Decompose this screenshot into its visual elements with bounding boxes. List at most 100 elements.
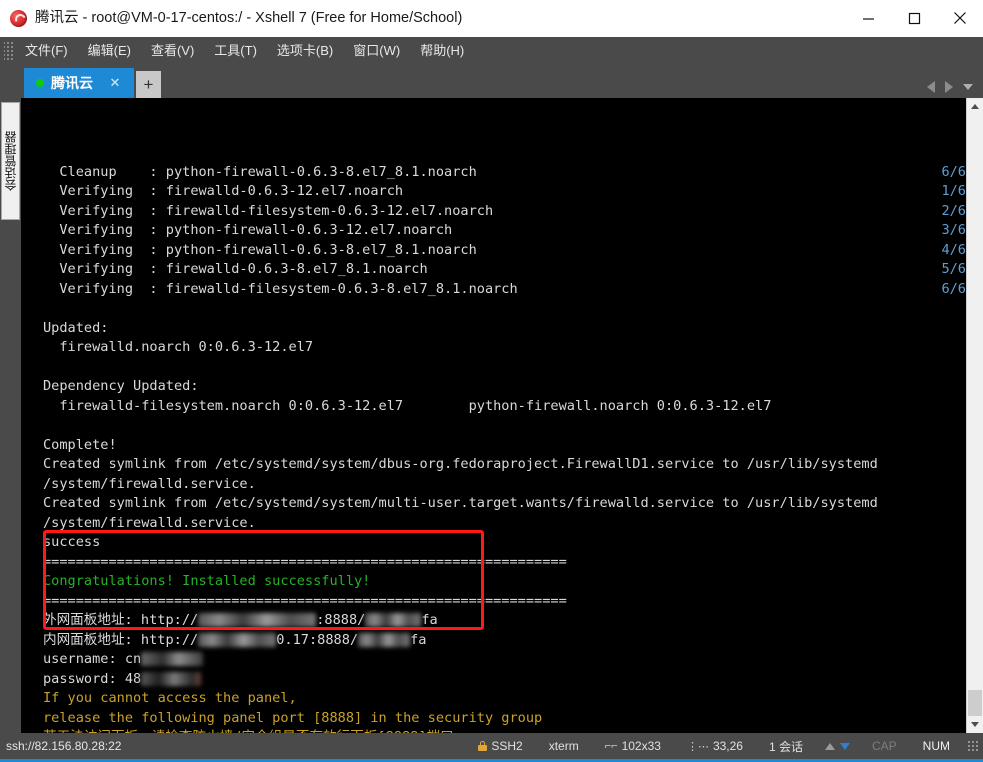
- upload-arrow-icon: [824, 742, 835, 750]
- panel-username: username: cn: [43, 650, 966, 670]
- menu-window[interactable]: 窗口(W): [343, 39, 410, 63]
- chevron-up-icon: [971, 104, 979, 109]
- tab-bar: 腾讯云 ✕ +: [0, 64, 983, 98]
- body-area: 会话管理器 Cleanup : python-firewall-0.6.3-8.…: [0, 98, 983, 734]
- close-button[interactable]: [937, 0, 983, 37]
- menu-help[interactable]: 帮助(H): [410, 39, 474, 63]
- terminal-progress-count: 6/6: [941, 163, 966, 180]
- scroll-down-button[interactable]: [967, 716, 983, 734]
- terminal-line: firewalld-filesystem.noarch 0:0.6.3-12.e…: [43, 397, 772, 414]
- tab-scroll-right-icon[interactable]: [945, 81, 953, 93]
- terminal-output[interactable]: Cleanup : python-firewall-0.6.3-8.el7_8.…: [21, 98, 966, 734]
- menu-view[interactable]: 查看(V): [141, 39, 204, 63]
- minimize-button[interactable]: [845, 0, 891, 37]
- redacted-text: [358, 632, 411, 647]
- tab-close-icon[interactable]: ✕: [108, 75, 122, 91]
- status-caps-lock: CAP: [871, 739, 897, 754]
- scroll-up-button[interactable]: [967, 98, 983, 115]
- redacted-text: [141, 671, 202, 686]
- terminal-line: Created symlink from /etc/systemd/system…: [43, 456, 878, 472]
- status-protocol-cell[interactable]: SSH2: [465, 739, 535, 753]
- terminal-wrap: Cleanup : python-firewall-0.6.3-8.el7_8.…: [21, 98, 983, 734]
- tab-status-dot-icon: [36, 79, 44, 87]
- menu-grip-handle[interactable]: [4, 39, 13, 62]
- terminal-line: /system/firewalld.service.: [43, 514, 256, 531]
- title-bar: 腾讯云 - root@VM-0-17-centos:/ - Xshell 7 (…: [0, 0, 983, 37]
- tab-nav-controls: [927, 81, 983, 98]
- terminal-progress-count: 1/6: [941, 183, 966, 199]
- status-dimensions-cell[interactable]: ⌐⌐ 102x33: [592, 739, 674, 753]
- new-tab-button[interactable]: +: [136, 71, 161, 98]
- left-dock: 会话管理器: [0, 98, 21, 734]
- terminal-line: ========================================…: [43, 592, 567, 609]
- resize-grip-icon[interactable]: [967, 739, 979, 752]
- terminal-line: 若无法访问面板，请检查防火墙/安全组是否有放行面板[8888]端口: [43, 728, 966, 733]
- status-terminal-type[interactable]: xterm: [536, 739, 592, 753]
- download-arrow-icon: [839, 742, 850, 750]
- terminal-line: Verifying : python-firewall-0.6.3-12.el7…: [43, 221, 966, 241]
- status-transfer-indicators: [816, 742, 859, 750]
- window-controls: [845, 0, 983, 37]
- scrollbar-track[interactable]: [967, 115, 983, 717]
- window-title: 腾讯云 - root@VM-0-17-centos:/ - Xshell 7 (…: [35, 9, 463, 26]
- terminal-progress-count: 6/6: [941, 280, 966, 297]
- scrollbar-thumb[interactable]: [968, 690, 982, 717]
- cursor-position-icon: ⋮⋯: [686, 740, 709, 753]
- terminal-progress-count: 4/6: [941, 241, 966, 258]
- terminal-line: Verifying : firewalld-0.6.3-12.el7.noarc…: [43, 182, 966, 202]
- tab-scroll-left-icon[interactable]: [927, 81, 935, 93]
- status-sessions[interactable]: 1 会话: [756, 738, 816, 755]
- terminal-line: success: [43, 534, 101, 550]
- session-manager-label: 会话管理器: [4, 131, 18, 191]
- lock-icon: [478, 741, 488, 752]
- redacted-text: [365, 613, 422, 627]
- maximize-button[interactable]: [891, 0, 937, 37]
- terminal-line: Dependency Updated:: [43, 378, 199, 394]
- menu-tools[interactable]: 工具(T): [204, 39, 267, 63]
- status-right-group: SSH2 xterm ⌐⌐ 102x33 ⋮⋯ 33,26 1 会话 CAP N…: [465, 738, 983, 755]
- terminal-line: Verifying : firewalld-filesystem-0.6.3-8…: [43, 280, 966, 300]
- status-connection: ssh://82.156.80.28:22: [6, 739, 122, 754]
- resize-icon: ⌐⌐: [604, 740, 618, 753]
- terminal-progress-count: 3/6: [941, 222, 966, 238]
- status-num-lock: NUM: [922, 739, 950, 754]
- terminal-progress-count: 2/6: [941, 202, 966, 219]
- redacted-text: [198, 632, 277, 647]
- terminal-progress-count: 5/6: [941, 261, 966, 277]
- status-bar: ssh://82.156.80.28:22 SSH2 xterm ⌐⌐ 102x…: [0, 733, 983, 760]
- terminal-line: /system/firewalld.service.: [43, 475, 256, 492]
- terminal-line: Complete!: [43, 436, 117, 453]
- terminal-scrollbar[interactable]: [966, 98, 983, 734]
- app-logo-icon: [10, 9, 27, 27]
- terminal-line: Cleanup : python-firewall-0.6.3-8.el7_8.…: [43, 163, 966, 183]
- menu-tabs[interactable]: 选项卡(B): [267, 39, 343, 63]
- status-cursor-cell[interactable]: ⋮⋯ 33,26: [674, 739, 756, 753]
- terminal-line: firewalld.noarch 0:0.6.3-12.el7: [43, 339, 314, 355]
- xshell-window: 腾讯云 - root@VM-0-17-centos:/ - Xshell 7 (…: [0, 0, 983, 762]
- terminal-line: Verifying : firewalld-0.6.3-8.el7_8.1.no…: [43, 260, 966, 280]
- menu-edit[interactable]: 编辑(E): [78, 39, 141, 63]
- tab-tencent-cloud[interactable]: 腾讯云 ✕: [24, 68, 134, 98]
- redacted-text: [198, 613, 317, 627]
- terminal-line: Created symlink from /etc/systemd/system…: [43, 495, 878, 511]
- terminal-line: release the following panel port [8888] …: [43, 709, 543, 726]
- terminal-line: Updated:: [43, 319, 109, 336]
- redacted-text: [141, 652, 204, 666]
- status-protocol: SSH2: [491, 739, 523, 754]
- menu-bar: 文件(F) 编辑(E) 查看(V) 工具(T) 选项卡(B) 窗口(W) 帮助(…: [0, 37, 983, 64]
- session-manager-dock-tab[interactable]: 会话管理器: [1, 102, 20, 220]
- menu-file[interactable]: 文件(F): [15, 39, 78, 63]
- panel-internal-url: 内网面板地址: http://0.17:8888/fa: [43, 631, 427, 648]
- tab-label: 腾讯云: [51, 75, 93, 91]
- terminal-line: Verifying : firewalld-filesystem-0.6.3-1…: [43, 202, 966, 222]
- status-cursor-pos: 33,26: [712, 739, 743, 754]
- chevron-down-icon: [971, 722, 979, 728]
- panel-password: password: 48: [43, 670, 966, 690]
- status-dimensions: 102x33: [621, 739, 661, 754]
- terminal-line: Verifying : python-firewall-0.6.3-8.el7_…: [43, 241, 966, 261]
- terminal-line: If you cannot access the panel,: [43, 690, 297, 706]
- tab-list-chevron-down-icon[interactable]: [963, 84, 973, 90]
